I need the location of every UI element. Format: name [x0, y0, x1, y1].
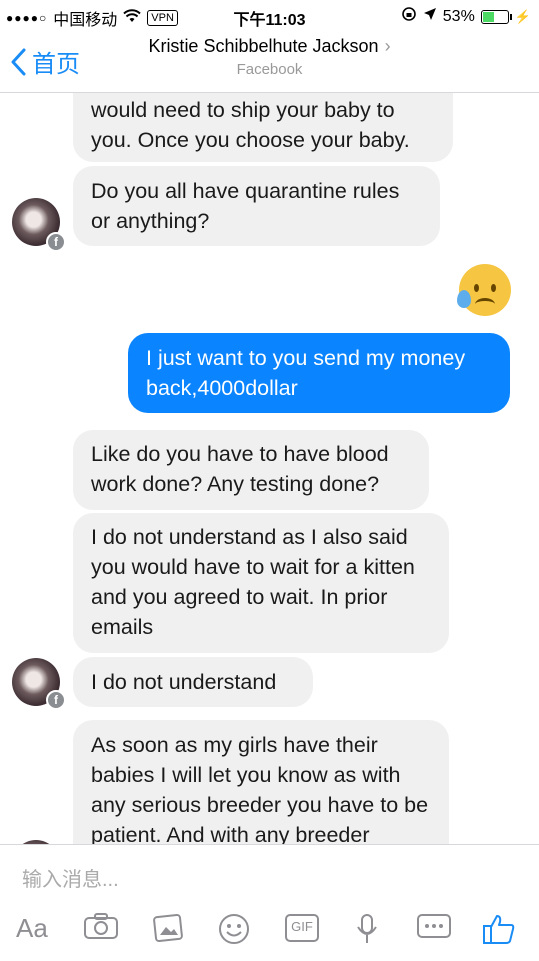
- rotation-lock-icon: [401, 6, 417, 27]
- facebook-badge-icon: f: [46, 690, 66, 710]
- charging-icon: ⚡: [514, 8, 531, 24]
- message-text: Like do you have to have blood work done…: [91, 442, 389, 496]
- text-format-button[interactable]: Aa: [16, 913, 48, 944]
- emoji-icon[interactable]: [218, 913, 250, 952]
- camera-icon[interactable]: [84, 913, 118, 946]
- message-bubble[interactable]: Like do you have to have blood work done…: [73, 430, 429, 510]
- message-text: I do not understand: [91, 670, 277, 694]
- sad-sweat-emoji-icon[interactable]: [457, 264, 511, 316]
- message-bubble[interactable]: I do not understand as I also said you w…: [73, 513, 449, 653]
- contact-source: Facebook: [236, 61, 303, 78]
- mic-icon[interactable]: [356, 913, 378, 952]
- location-icon: [423, 7, 437, 26]
- battery-icon: [480, 9, 512, 24]
- message-composer: 输入消息... Aa GIF: [0, 844, 539, 961]
- message-text: would need to ship your baby to you. Onc…: [91, 98, 410, 152]
- contact-name: Kristie Schibbelhute Jackson: [148, 36, 379, 56]
- message-bubble-sent[interactable]: I just want to you send my money back,40…: [128, 333, 510, 413]
- like-icon[interactable]: [482, 913, 516, 952]
- message-bubble[interactable]: As soon as my girls have their babies I …: [73, 720, 449, 844]
- message-text: I just want to you send my money back,40…: [146, 346, 466, 400]
- gif-button[interactable]: GIF: [284, 913, 320, 950]
- chevron-right-icon: ›: [384, 36, 391, 56]
- more-icon[interactable]: [416, 913, 452, 946]
- message-text: I do not understand as I also said you w…: [91, 525, 415, 639]
- message-bubble[interactable]: Do you all have quarantine rules or anyt…: [73, 166, 440, 246]
- facebook-badge-icon: f: [46, 232, 66, 252]
- contact-title-area[interactable]: Kristie Schibbelhute Jackson › Facebook: [0, 36, 539, 78]
- message-input[interactable]: 输入消息...: [22, 863, 119, 892]
- status-bar: ●●●●○ 中国移动 VPN 下午11:03 53% ⚡: [0, 0, 539, 30]
- composer-toolbar: Aa GIF: [0, 905, 539, 961]
- message-text: Do you all have quarantine rules or anyt…: [91, 179, 400, 233]
- gif-label: GIF: [291, 919, 313, 934]
- photo-icon[interactable]: [152, 913, 184, 950]
- battery-percent: 53%: [442, 7, 475, 25]
- message-text: As soon as my girls have their babies I …: [91, 733, 429, 844]
- conversation-header: 首页 Kristie Schibbelhute Jackson › Faceboo…: [0, 30, 539, 93]
- message-list[interactable]: would need to ship your baby to you. Onc…: [0, 92, 539, 844]
- message-bubble[interactable]: I do not understand: [73, 657, 313, 707]
- message-bubble[interactable]: would need to ship your baby to you. Onc…: [73, 92, 453, 162]
